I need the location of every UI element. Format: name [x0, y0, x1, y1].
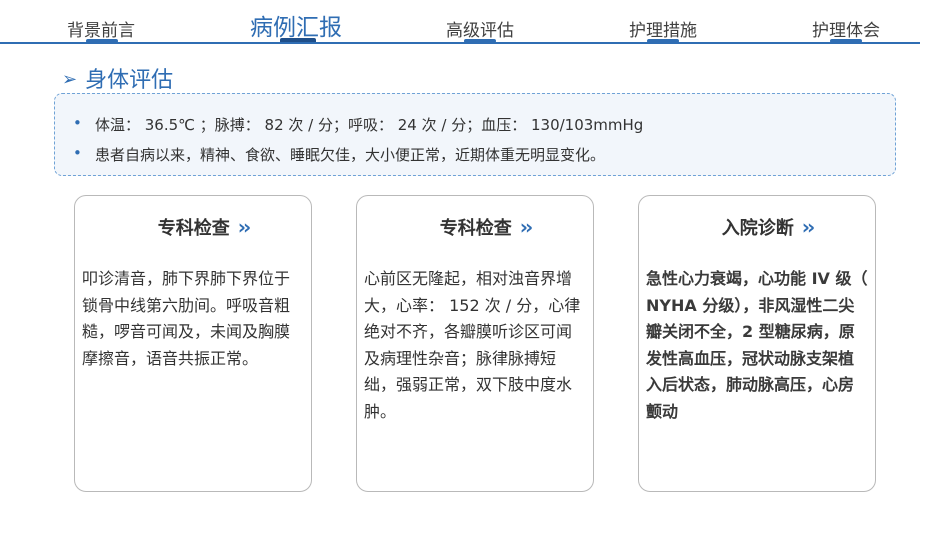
heart-exam-card: 专科检查 ›› 心前区无隆起，相对浊音界增大，心率： 152 次 / 分，心律绝对… [356, 195, 594, 492]
card-body: 叩诊清音，肺下界肺下界位于锁骨中线第六肋间。呼吸音粗糙，啰音可闻及，未闻及胸膜摩… [82, 269, 291, 368]
card-title-text: 入院诊断 [721, 218, 794, 239]
general-condition-text: 患者自病以来，精神、食欲、睡眠欠佳，大小便正常，近期体重无明显变化。 [95, 146, 606, 164]
bullet-icon: • [73, 114, 82, 132]
vital-signs-box: • 体温： 36.5℃ ；脉搏： 82 次 / 分；呼吸： 24 次 / 分；血… [54, 93, 896, 176]
nav-tab-nursing-measures[interactable]: 护理措施 [629, 16, 697, 41]
chevron-double-right-icon: ›› [801, 215, 816, 239]
card-body: 心前区无隆起，相对浊音界增大，心率： 152 次 / 分，心律绝对不齐，各瓣膜听… [364, 269, 581, 421]
bullet-icon: • [73, 144, 82, 162]
summary-line: • 体温： 36.5℃ ；脉搏： 82 次 / 分；呼吸： 24 次 / 分；血… [73, 114, 644, 135]
arrow-right-icon: ➢ [62, 69, 78, 90]
vital-signs-text: 体温： 36.5℃ ；脉搏： 82 次 / 分；呼吸： 24 次 / 分；血压：… [95, 116, 644, 134]
card-title: 专科检查 ›› [75, 214, 311, 240]
nav-tab-nursing-reflection[interactable]: 护理体会 [812, 16, 880, 41]
nav-tab-case-report[interactable]: 病例汇报 [250, 8, 342, 42]
section-heading: ➢ 身体评估 [62, 62, 173, 94]
card-title: 专科检查 ›› [357, 214, 593, 240]
lung-exam-card: 专科检查 ›› 叩诊清音，肺下界肺下界位于锁骨中线第六肋间。呼吸音粗糙，啰音可闻及… [74, 195, 312, 492]
top-nav: 背景前言 病例汇报 高级评估 护理措施 护理体会 [0, 0, 950, 44]
admission-diagnosis-card: 入院诊断 ›› 急性心力衰竭，心功能 IV 级（ NYHA 分级），非风湿性二尖瓣… [638, 195, 876, 492]
card-body: 急性心力衰竭，心功能 IV 级（ NYHA 分级），非风湿性二尖瓣关闭不全，2 … [646, 269, 868, 421]
nav-tab-advanced-assessment[interactable]: 高级评估 [446, 16, 514, 41]
chevron-double-right-icon: ›› [519, 215, 534, 239]
nav-divider [0, 42, 920, 44]
card-title-text: 专科检查 [439, 218, 512, 239]
section-title-text: 身体评估 [85, 68, 174, 93]
nav-tab-background[interactable]: 背景前言 [67, 16, 135, 41]
chevron-double-right-icon: ›› [237, 215, 252, 239]
summary-line: • 患者自病以来，精神、食欲、睡眠欠佳，大小便正常，近期体重无明显变化。 [73, 144, 606, 165]
card-title-text: 专科检查 [157, 218, 230, 239]
card-title: 入院诊断 ›› [639, 214, 875, 240]
